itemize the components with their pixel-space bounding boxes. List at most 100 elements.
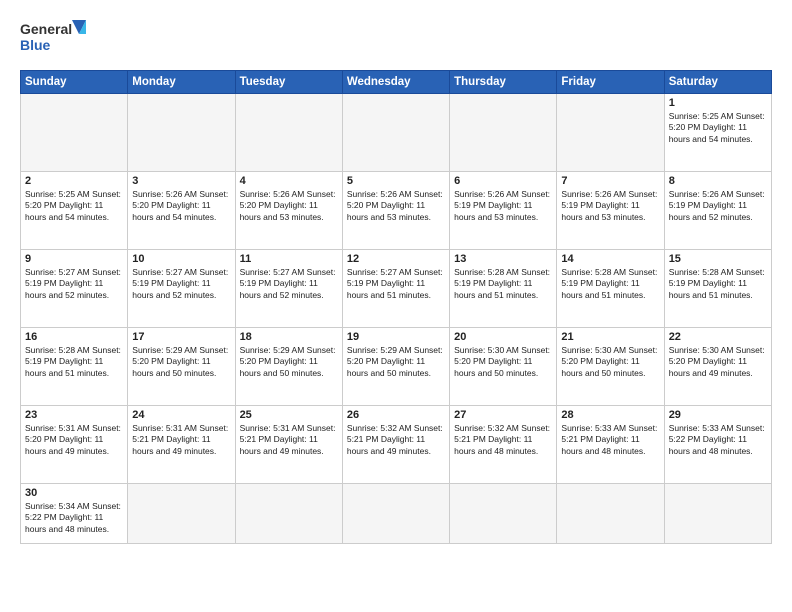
calendar-cell: 19Sunrise: 5:29 AM Sunset: 5:20 PM Dayli… [342, 328, 449, 406]
calendar-table: SundayMondayTuesdayWednesdayThursdayFrid… [20, 70, 772, 544]
calendar-cell [450, 484, 557, 544]
day-info: Sunrise: 5:31 AM Sunset: 5:21 PM Dayligh… [132, 423, 230, 457]
day-info: Sunrise: 5:31 AM Sunset: 5:20 PM Dayligh… [25, 423, 123, 457]
calendar-cell [235, 94, 342, 172]
calendar-cell: 25Sunrise: 5:31 AM Sunset: 5:21 PM Dayli… [235, 406, 342, 484]
day-info: Sunrise: 5:26 AM Sunset: 5:19 PM Dayligh… [561, 189, 659, 223]
calendar-cell: 28Sunrise: 5:33 AM Sunset: 5:21 PM Dayli… [557, 406, 664, 484]
day-number: 29 [669, 409, 767, 421]
day-number: 6 [454, 175, 552, 187]
calendar-cell: 26 Sunrise: 5:32 AM Sunset: 5:21 PM Dayli… [342, 406, 449, 484]
calendar-cell: 5 Sunrise: 5:26 AM Sunset: 5:20 PM Daylig… [342, 172, 449, 250]
calendar-cell: 12 Sunrise: 5:27 AM Sunset: 5:19 PM Dayli… [342, 250, 449, 328]
day-info: Sunrise: 5:28 AM Sunset: 5:19 PM Dayligh… [454, 267, 552, 301]
day-number: 30 [25, 487, 123, 499]
day-number: 4 [240, 175, 338, 187]
generalblue-logo-icon: GeneralBlue [20, 16, 90, 60]
day-info: Sunrise: 5:28 AM Sunset: 5:19 PM Dayligh… [25, 345, 123, 379]
calendar-cell: 16 Sunrise: 5:28 AM Sunset: 5:19 PM Dayli… [21, 328, 128, 406]
calendar-cell [664, 484, 771, 544]
day-number: 10 [132, 253, 230, 265]
day-info: Sunrise: 5:33 AM Sunset: 5:21 PM Dayligh… [561, 423, 659, 457]
day-info: Sunrise: 5:28 AM Sunset: 5:19 PM Dayligh… [561, 267, 659, 301]
day-number: 26 [347, 409, 445, 421]
calendar-cell [450, 94, 557, 172]
day-info: Sunrise: 5:26 AM Sunset: 5:20 PM Dayligh… [347, 189, 445, 223]
day-info: Sunrise: 5:30 AM Sunset: 5:20 PM Dayligh… [669, 345, 767, 379]
calendar-cell: 18 Sunrise: 5:29 AM Sunset: 5:20 PM Dayli… [235, 328, 342, 406]
calendar-cell: 24 Sunrise: 5:31 AM Sunset: 5:21 PM Dayli… [128, 406, 235, 484]
day-number: 20 [454, 331, 552, 343]
calendar-cell: 27Sunrise: 5:32 AM Sunset: 5:21 PM Dayli… [450, 406, 557, 484]
day-info: Sunrise: 5:29 AM Sunset: 5:20 PM Dayligh… [240, 345, 338, 379]
day-info: Sunrise: 5:29 AM Sunset: 5:20 PM Dayligh… [132, 345, 230, 379]
day-info: Sunrise: 5:28 AM Sunset: 5:19 PM Dayligh… [669, 267, 767, 301]
day-number: 23 [25, 409, 123, 421]
day-number: 16 [25, 331, 123, 343]
calendar-cell: 9 Sunrise: 5:27 AM Sunset: 5:19 PM Daylig… [21, 250, 128, 328]
calendar-cell [342, 94, 449, 172]
calendar-cell [128, 484, 235, 544]
day-info: Sunrise: 5:26 AM Sunset: 5:20 PM Dayligh… [240, 189, 338, 223]
weekday-header-tuesday: Tuesday [235, 71, 342, 94]
day-info: Sunrise: 5:33 AM Sunset: 5:22 PM Dayligh… [669, 423, 767, 457]
logo-area: GeneralBlue [20, 16, 90, 60]
calendar-cell: 22Sunrise: 5:30 AM Sunset: 5:20 PM Dayli… [664, 328, 771, 406]
day-number: 18 [240, 331, 338, 343]
calendar-cell: 7 Sunrise: 5:26 AM Sunset: 5:19 PM Daylig… [557, 172, 664, 250]
weekday-header-friday: Friday [557, 71, 664, 94]
calendar-cell: 29 Sunrise: 5:33 AM Sunset: 5:22 PM Dayli… [664, 406, 771, 484]
calendar-cell: 14 Sunrise: 5:28 AM Sunset: 5:19 PM Dayli… [557, 250, 664, 328]
calendar-cell [128, 94, 235, 172]
header: GeneralBlue [20, 16, 772, 60]
calendar-cell: 10 Sunrise: 5:27 AM Sunset: 5:19 PM Dayli… [128, 250, 235, 328]
day-number: 5 [347, 175, 445, 187]
calendar-cell: 3Sunrise: 5:26 AM Sunset: 5:20 PM Daylig… [128, 172, 235, 250]
day-info: Sunrise: 5:27 AM Sunset: 5:19 PM Dayligh… [25, 267, 123, 301]
calendar-cell: 11 Sunrise: 5:27 AM Sunset: 5:19 PM Dayli… [235, 250, 342, 328]
svg-text:General: General [20, 21, 72, 37]
day-number: 19 [347, 331, 445, 343]
day-number: 14 [561, 253, 659, 265]
day-number: 17 [132, 331, 230, 343]
calendar-cell: 8 Sunrise: 5:26 AM Sunset: 5:19 PM Daylig… [664, 172, 771, 250]
weekday-header-wednesday: Wednesday [342, 71, 449, 94]
day-info: Sunrise: 5:26 AM Sunset: 5:19 PM Dayligh… [669, 189, 767, 223]
calendar-cell: 6Sunrise: 5:26 AM Sunset: 5:19 PM Daylig… [450, 172, 557, 250]
day-number: 2 [25, 175, 123, 187]
calendar-cell [21, 94, 128, 172]
page: GeneralBlue SundayMondayTuesdayWednesday… [0, 0, 792, 554]
day-number: 1 [669, 97, 767, 109]
day-info: Sunrise: 5:25 AM Sunset: 5:20 PM Dayligh… [25, 189, 123, 223]
day-number: 13 [454, 253, 552, 265]
calendar-cell: 1 Sunrise: 5:25 AM Sunset: 5:20 PM Daylig… [664, 94, 771, 172]
weekday-header-monday: Monday [128, 71, 235, 94]
calendar-cell: 20 Sunrise: 5:30 AM Sunset: 5:20 PM Dayli… [450, 328, 557, 406]
calendar-cell: 17 Sunrise: 5:29 AM Sunset: 5:20 PM Dayli… [128, 328, 235, 406]
day-number: 3 [132, 175, 230, 187]
day-info: Sunrise: 5:34 AM Sunset: 5:22 PM Dayligh… [25, 501, 123, 535]
day-number: 9 [25, 253, 123, 265]
day-info: Sunrise: 5:27 AM Sunset: 5:19 PM Dayligh… [347, 267, 445, 301]
calendar-cell: 30 Sunrise: 5:34 AM Sunset: 5:22 PM Dayli… [21, 484, 128, 544]
calendar-cell [342, 484, 449, 544]
day-info: Sunrise: 5:27 AM Sunset: 5:19 PM Dayligh… [132, 267, 230, 301]
day-number: 8 [669, 175, 767, 187]
day-number: 24 [132, 409, 230, 421]
calendar-cell: 4 Sunrise: 5:26 AM Sunset: 5:20 PM Daylig… [235, 172, 342, 250]
day-number: 12 [347, 253, 445, 265]
day-info: Sunrise: 5:27 AM Sunset: 5:19 PM Dayligh… [240, 267, 338, 301]
day-number: 7 [561, 175, 659, 187]
day-number: 27 [454, 409, 552, 421]
weekday-header-thursday: Thursday [450, 71, 557, 94]
day-number: 11 [240, 253, 338, 265]
day-number: 25 [240, 409, 338, 421]
calendar-cell: 13 Sunrise: 5:28 AM Sunset: 5:19 PM Dayli… [450, 250, 557, 328]
weekday-header-row: SundayMondayTuesdayWednesdayThursdayFrid… [21, 71, 772, 94]
svg-text:Blue: Blue [20, 37, 51, 53]
day-number: 15 [669, 253, 767, 265]
day-info: Sunrise: 5:25 AM Sunset: 5:20 PM Dayligh… [669, 111, 767, 145]
day-number: 21 [561, 331, 659, 343]
day-info: Sunrise: 5:32 AM Sunset: 5:21 PM Dayligh… [347, 423, 445, 457]
day-info: Sunrise: 5:30 AM Sunset: 5:20 PM Dayligh… [454, 345, 552, 379]
